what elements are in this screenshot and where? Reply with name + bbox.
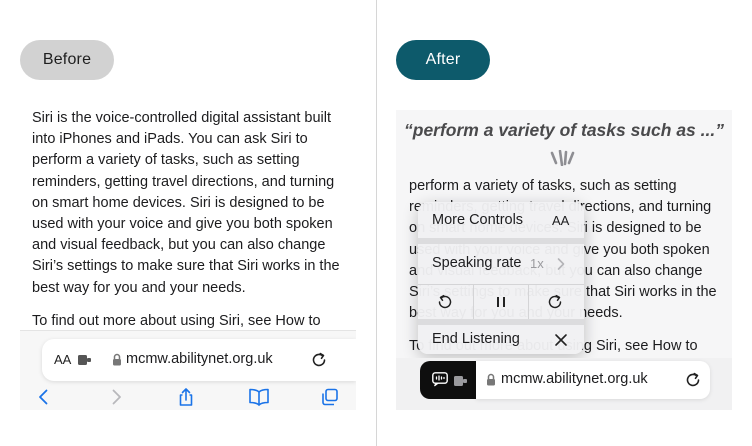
pause-icon[interactable]: [493, 294, 509, 314]
back-icon[interactable]: [34, 387, 54, 407]
more-controls-item[interactable]: More Controls AA: [418, 202, 584, 238]
end-listening-item[interactable]: End Listening: [418, 325, 584, 354]
lock-icon: [486, 373, 496, 391]
skip-back-icon[interactable]: [436, 293, 454, 315]
end-listening-label: End Listening: [432, 331, 520, 347]
before-label: Before: [20, 40, 114, 80]
safari-toolbar: [20, 383, 356, 410]
article-paragraph: Siri is the voice-controlled digital ass…: [32, 110, 340, 296]
text-size-icon: AA: [552, 213, 570, 228]
playback-controls: [418, 285, 584, 319]
reload-icon[interactable]: [310, 351, 328, 374]
bookmarks-icon[interactable]: [248, 387, 269, 407]
article-text: Siri is the voice-controlled digital ass…: [32, 108, 350, 344]
chevron-right-icon: [556, 256, 566, 276]
extension-icon[interactable]: [454, 374, 468, 392]
tabs-icon[interactable]: [320, 387, 340, 407]
audio-wave-icon: [550, 149, 576, 171]
lock-icon: [112, 353, 122, 371]
speaking-rate-label: Speaking rate: [432, 255, 522, 271]
after-screenshot: “perform a variety of tasks such as ...”…: [396, 110, 732, 410]
more-controls-label: More Controls: [432, 212, 524, 228]
safari-bottom-bar: mcmw.abilitynet.org.uk: [396, 358, 732, 410]
address-url: mcmw.abilitynet.org.uk: [126, 351, 273, 367]
address-url: mcmw.abilitynet.org.uk: [501, 371, 648, 387]
speaking-rate-value: 1x: [530, 256, 544, 271]
address-bar[interactable]: mcmw.abilitynet.org.uk: [476, 361, 710, 399]
listen-page-button[interactable]: [420, 361, 476, 399]
safari-bottom-bar: AA mcmw.abilitynet.org.uk: [20, 330, 356, 410]
text-size-button[interactable]: AA: [54, 352, 71, 367]
reload-icon[interactable]: [684, 371, 702, 394]
close-icon[interactable]: [554, 333, 568, 351]
speaking-rate-item[interactable]: Speaking rate 1x: [418, 244, 584, 284]
extension-icon[interactable]: [78, 353, 92, 371]
spoken-text-quote: “perform a variety of tasks such as ...”: [404, 120, 724, 140]
listen-controls-menu: More Controls AA Speaking rate 1x End Li…: [418, 202, 584, 354]
forward-icon[interactable]: [106, 387, 126, 407]
share-icon[interactable]: [176, 387, 196, 407]
skip-forward-icon[interactable]: [546, 293, 564, 315]
article-paragraph: To find out more about using Siri, see H…: [32, 312, 321, 329]
listening-speech-icon: [432, 372, 448, 392]
control-divider: [473, 285, 474, 319]
before-screenshot: Siri is the voice-controlled digital ass…: [20, 96, 356, 410]
control-divider: [528, 285, 529, 319]
address-bar[interactable]: AA mcmw.abilitynet.org.uk: [42, 339, 356, 381]
after-label: After: [396, 40, 490, 80]
panel-divider: [376, 0, 377, 446]
